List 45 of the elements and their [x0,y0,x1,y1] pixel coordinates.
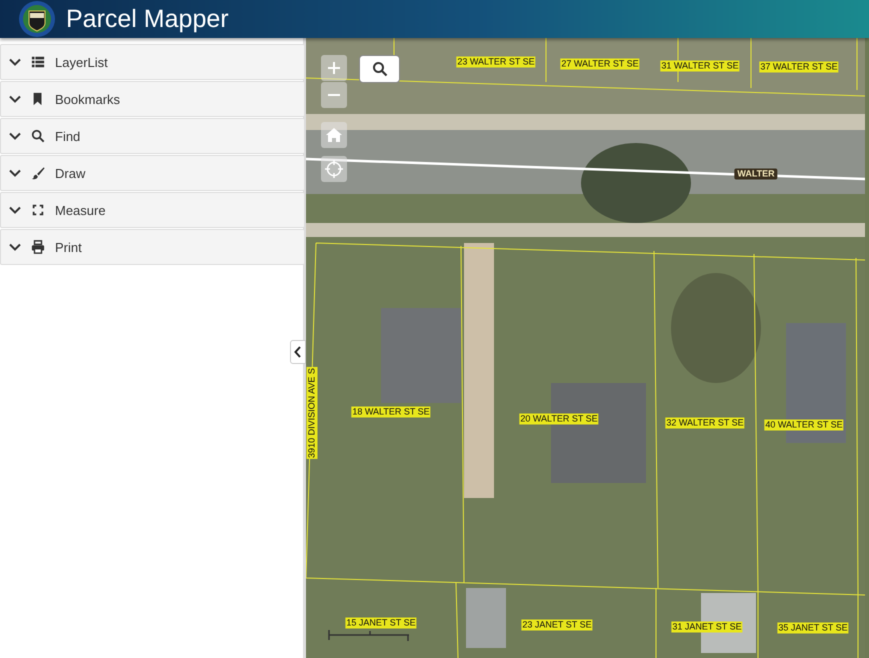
parcel-label: 18 WALTER ST SE [351,406,431,418]
home-icon [325,127,343,143]
home-button[interactable] [321,122,347,148]
parcel-label: 35 JANET ST SE [777,622,849,634]
widget-panel-header[interactable]: Bookmarks [0,81,305,117]
widget-panel-header[interactable]: Measure [0,192,305,228]
parcel-label: 3910 DIVISION AVE S [306,367,318,459]
chevron-icon [9,56,21,68]
chevron-icon [9,241,21,253]
chevron-icon [9,204,21,216]
list-icon [31,55,45,69]
parcel-label: 20 WALTER ST SE [519,414,599,424]
parcel-label: 27 WALTER ST SE [560,58,640,70]
parcel-label: 15 JANET ST SE [345,618,417,628]
widget-panel-header[interactable]: Print [0,229,305,265]
search-icon [372,61,388,77]
county-seal-logo [18,0,56,38]
parcel-label: 23 WALTER ST SE [456,56,536,68]
crosshair-icon [325,160,343,178]
parcel-label: 37 WALTER ST SE [759,62,839,72]
zoom-in-button[interactable] [321,55,347,81]
brush-icon [31,166,45,180]
chevron-left-icon [294,346,302,358]
locate-button[interactable] [321,156,347,182]
plus-icon [327,61,341,75]
collapse-panel-button[interactable] [290,340,306,364]
search-icon [31,129,45,143]
parcel-label: 40 WALTER ST SE [764,420,844,430]
chevron-icon [9,167,21,179]
widget-panel-header[interactable]: Draw [0,155,305,191]
scale-bar-icon [328,628,410,642]
parcel-label: 23 JANET ST SE [521,620,593,630]
search-button[interactable] [359,55,400,83]
widget-panel-header[interactable]: LayerList [0,44,305,80]
zoom-out-button[interactable] [321,82,347,108]
parcel-label: 31 WALTER ST SE [660,60,740,72]
parcel-label: 32 WALTER ST SE [665,418,745,428]
app-title: Parcel Mapper [66,4,229,34]
chevron-icon [9,130,21,142]
parcel-label: 31 JANET ST SE [671,622,743,632]
printer-icon [31,240,45,254]
street-label: WALTER [734,168,778,180]
widget-panel-header[interactable]: Find [0,118,305,154]
measure-icon [31,203,45,217]
chevron-icon [9,93,21,105]
